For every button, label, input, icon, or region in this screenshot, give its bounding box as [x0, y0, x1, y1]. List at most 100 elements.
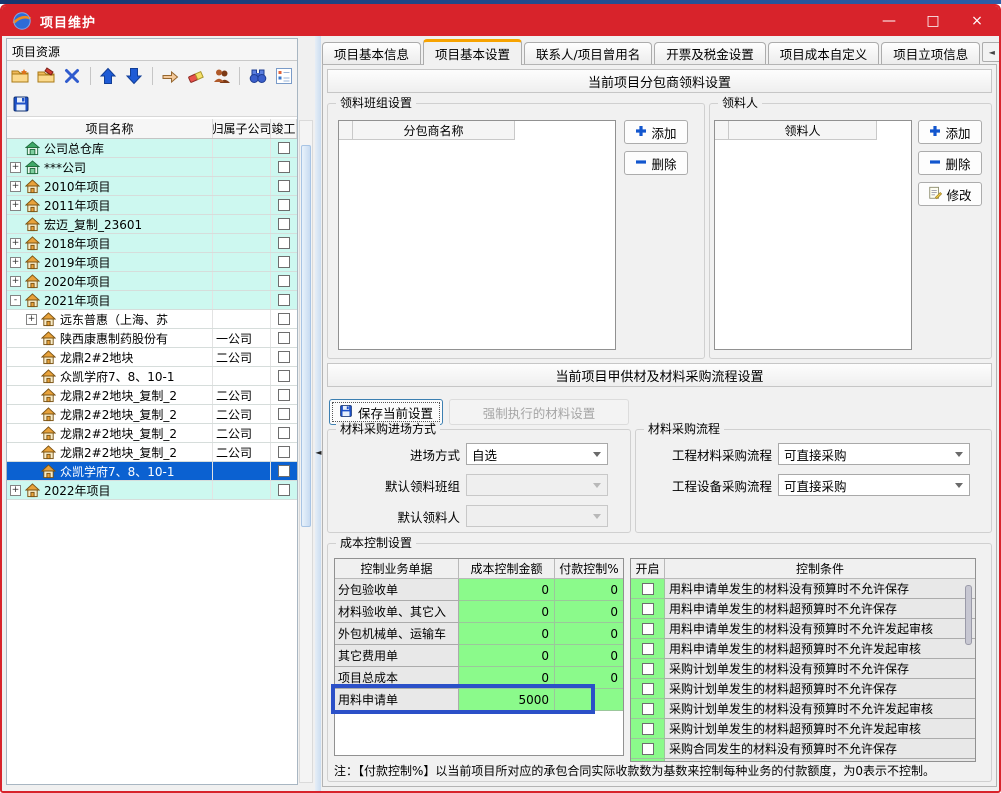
users-icon[interactable]: [212, 66, 231, 86]
expand-plus-icon[interactable]: +: [10, 200, 21, 211]
delete-button[interactable]: 删除: [624, 151, 688, 175]
completed-checkbox[interactable]: [278, 427, 290, 439]
cost-amount-cell[interactable]: 0: [459, 579, 555, 601]
cost-amount-cell[interactable]: 5000: [459, 689, 555, 711]
completed-checkbox[interactable]: [278, 370, 290, 382]
save-icon[interactable]: [11, 94, 31, 114]
completed-checkbox[interactable]: [278, 161, 290, 173]
expand-plus-icon[interactable]: +: [10, 485, 21, 496]
completed-checkbox[interactable]: [278, 332, 290, 344]
cost-table-row[interactable]: 项目总成本00: [335, 667, 623, 689]
completed-checkbox[interactable]: [278, 351, 290, 363]
expand-plus-icon[interactable]: +: [10, 257, 21, 268]
condition-checkbox[interactable]: [642, 583, 654, 595]
tree-row[interactable]: +2010年项目: [7, 177, 297, 196]
condition-checkbox[interactable]: [642, 703, 654, 715]
cost-pay-cell[interactable]: [555, 689, 623, 711]
cost-amount-cell[interactable]: 0: [459, 601, 555, 623]
cost-amount-cell[interactable]: 0: [459, 667, 555, 689]
condition-checkbox[interactable]: [642, 623, 654, 635]
expand-plus-icon[interactable]: +: [10, 238, 21, 249]
cost-pay-cell[interactable]: 0: [555, 601, 623, 623]
tree-row[interactable]: 龙鼎2#2地块_复制_2二公司: [7, 405, 297, 424]
tab-item[interactable]: 项目立项信息: [881, 42, 980, 64]
forced-material-settings-button[interactable]: 强制执行的材料设置: [449, 399, 629, 425]
completed-checkbox[interactable]: [278, 256, 290, 268]
tree-row[interactable]: +2020年项目: [7, 272, 297, 291]
panel-splitter[interactable]: [315, 36, 321, 793]
tree-row[interactable]: 龙鼎2#2地块_复制_2二公司: [7, 443, 297, 462]
condition-checkbox[interactable]: [642, 683, 654, 695]
condition-checkbox[interactable]: [642, 603, 654, 615]
dropdown-enabled[interactable]: 可直接采购: [778, 474, 970, 496]
search-icon[interactable]: [248, 66, 267, 86]
cost-table-row[interactable]: 分包验收单00: [335, 579, 623, 601]
tree-row[interactable]: +2011年项目: [7, 196, 297, 215]
detail-list-icon[interactable]: [274, 66, 293, 86]
condition-checkbox[interactable]: [642, 743, 654, 755]
cost-amount-cell[interactable]: 0: [459, 645, 555, 667]
select-hand-icon[interactable]: [161, 66, 180, 86]
tree-row[interactable]: 众凯学府7、8、10-1: [7, 462, 297, 481]
move-down-icon[interactable]: [125, 66, 144, 86]
tab-item[interactable]: 联系人/项目曾用名: [524, 42, 652, 64]
completed-checkbox[interactable]: [278, 446, 290, 458]
completed-checkbox[interactable]: [278, 465, 290, 477]
completed-checkbox[interactable]: [278, 313, 290, 325]
condition-checkbox[interactable]: [642, 643, 654, 655]
minimize-button[interactable]: —: [867, 6, 911, 36]
completed-checkbox[interactable]: [278, 389, 290, 401]
tree-row[interactable]: 陕西康惠制药股份有一公司: [7, 329, 297, 348]
expand-plus-icon[interactable]: +: [26, 314, 37, 325]
tab-item[interactable]: 项目基本信息: [322, 42, 421, 64]
tree-row[interactable]: 宏迈_复制_23601: [7, 215, 297, 234]
tree-row[interactable]: +2018年项目: [7, 234, 297, 253]
condition-checkbox[interactable]: [642, 663, 654, 675]
tree-row[interactable]: +远东普惠（上海、苏: [7, 310, 297, 329]
add-button[interactable]: 添加: [624, 120, 688, 144]
dropdown-enabled[interactable]: 自选: [466, 443, 608, 465]
cost-pay-cell[interactable]: 0: [555, 579, 623, 601]
condition-checkbox[interactable]: [642, 723, 654, 735]
expand-plus-icon[interactable]: +: [10, 181, 21, 192]
completed-checkbox[interactable]: [278, 275, 290, 287]
edit-folder-icon[interactable]: [37, 66, 56, 86]
subcontractor-list[interactable]: 分包商名称: [338, 120, 616, 350]
conditions-scrollbar-thumb[interactable]: [965, 585, 972, 645]
expand-plus-icon[interactable]: +: [10, 162, 21, 173]
tree-row[interactable]: 众凯学府7、8、10-1: [7, 367, 297, 386]
completed-checkbox[interactable]: [278, 180, 290, 192]
tree-row[interactable]: 龙鼎2#2地块_复制_2二公司: [7, 386, 297, 405]
tab-item[interactable]: 项目成本自定义: [768, 42, 880, 64]
tree-row[interactable]: 公司总仓库: [7, 139, 297, 158]
tree-row[interactable]: 龙鼎2#2地块_复制_2二公司: [7, 424, 297, 443]
modify-button[interactable]: 修改: [918, 182, 982, 206]
tree-vertical-scrollbar[interactable]: [299, 120, 313, 783]
cost-table-row[interactable]: 外包机械单、运输车00: [335, 623, 623, 645]
cost-table-row[interactable]: 用料申请单5000: [335, 689, 623, 711]
move-up-icon[interactable]: [99, 66, 118, 86]
tab-scroll-left-button[interactable]: ◄: [982, 42, 1001, 62]
delete-icon[interactable]: [63, 66, 82, 86]
completed-checkbox[interactable]: [278, 408, 290, 420]
eraser-icon[interactable]: [186, 66, 205, 86]
delete-button[interactable]: 删除: [918, 151, 982, 175]
cost-table-row[interactable]: 材料验收单、其它入00: [335, 601, 623, 623]
expand-plus-icon[interactable]: +: [10, 276, 21, 287]
completed-checkbox[interactable]: [278, 294, 290, 306]
dropdown-enabled[interactable]: 可直接采购: [778, 443, 970, 465]
tree-row[interactable]: +***公司: [7, 158, 297, 177]
cost-amount-cell[interactable]: 0: [459, 623, 555, 645]
collapse-minus-icon[interactable]: -: [10, 295, 21, 306]
completed-checkbox[interactable]: [278, 484, 290, 496]
tree-row[interactable]: +2019年项目: [7, 253, 297, 272]
cost-pay-cell[interactable]: 0: [555, 667, 623, 689]
tree-row[interactable]: -2021年项目: [7, 291, 297, 310]
cost-pay-cell[interactable]: 0: [555, 645, 623, 667]
tab-item[interactable]: 开票及税金设置: [654, 42, 766, 64]
scrollbar-thumb[interactable]: [301, 145, 311, 527]
picker-list[interactable]: 领料人: [714, 120, 912, 350]
completed-checkbox[interactable]: [278, 218, 290, 230]
tree-row[interactable]: +2022年项目: [7, 481, 297, 500]
completed-checkbox[interactable]: [278, 199, 290, 211]
